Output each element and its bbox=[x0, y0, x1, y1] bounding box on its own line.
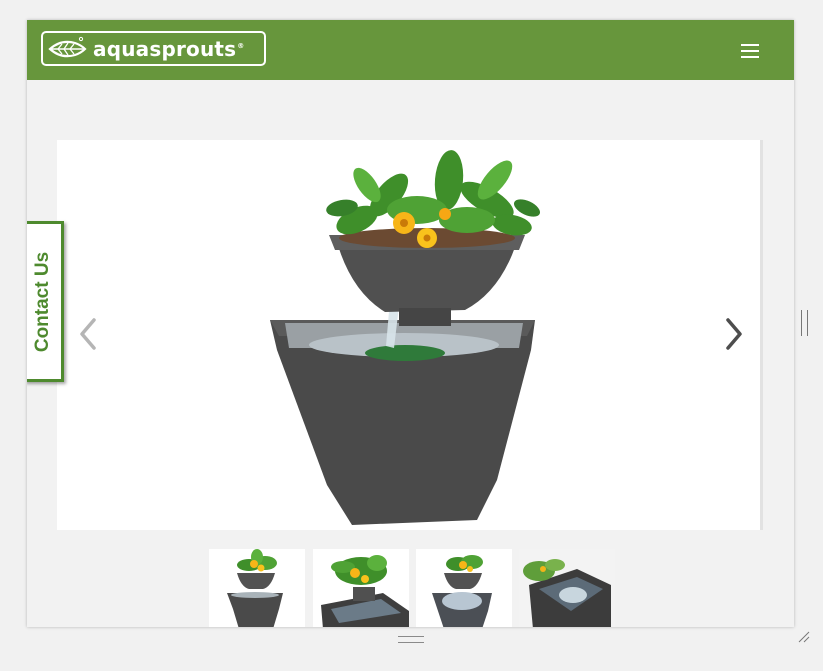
slider-next-arrow[interactable] bbox=[723, 315, 745, 353]
thumbnail-image bbox=[519, 549, 615, 627]
thumbnail-image bbox=[432, 555, 492, 627]
thumbnail-image bbox=[321, 555, 409, 627]
thumbnail-2[interactable] bbox=[313, 549, 409, 627]
site-header: aquasprouts® bbox=[27, 20, 794, 80]
product-page-frame: aquasprouts® Contact Us bbox=[27, 20, 794, 627]
resize-corner-icon bbox=[798, 631, 810, 643]
menu-bar bbox=[741, 44, 759, 46]
menu-bar bbox=[741, 56, 759, 58]
vertical-resize-handle[interactable] bbox=[398, 636, 424, 643]
slider-shadow-edge bbox=[760, 140, 763, 530]
horizontal-resize-handle[interactable] bbox=[801, 310, 808, 336]
thumbnail-4[interactable] bbox=[519, 549, 615, 627]
logo-text: aquasprouts® bbox=[93, 37, 245, 61]
chevron-right-icon bbox=[726, 318, 742, 350]
resize-grip-icon[interactable] bbox=[797, 630, 811, 644]
aquasprouts-logo[interactable]: aquasprouts® bbox=[41, 31, 266, 66]
product-image-slider[interactable] bbox=[57, 140, 763, 530]
contact-us-label: Contact Us bbox=[31, 251, 53, 352]
thumbnail-image bbox=[227, 549, 283, 627]
contact-us-tab[interactable]: Contact Us bbox=[27, 221, 64, 382]
leaf-fish-logo-icon bbox=[48, 36, 87, 58]
thumbnail-1[interactable] bbox=[209, 549, 305, 627]
hamburger-menu-icon[interactable] bbox=[741, 44, 759, 58]
product-image bbox=[270, 150, 541, 525]
chevron-left-icon bbox=[80, 318, 96, 350]
thumbnail-3[interactable] bbox=[416, 549, 512, 627]
slider-prev-arrow[interactable] bbox=[77, 315, 99, 353]
menu-bar bbox=[741, 50, 759, 52]
